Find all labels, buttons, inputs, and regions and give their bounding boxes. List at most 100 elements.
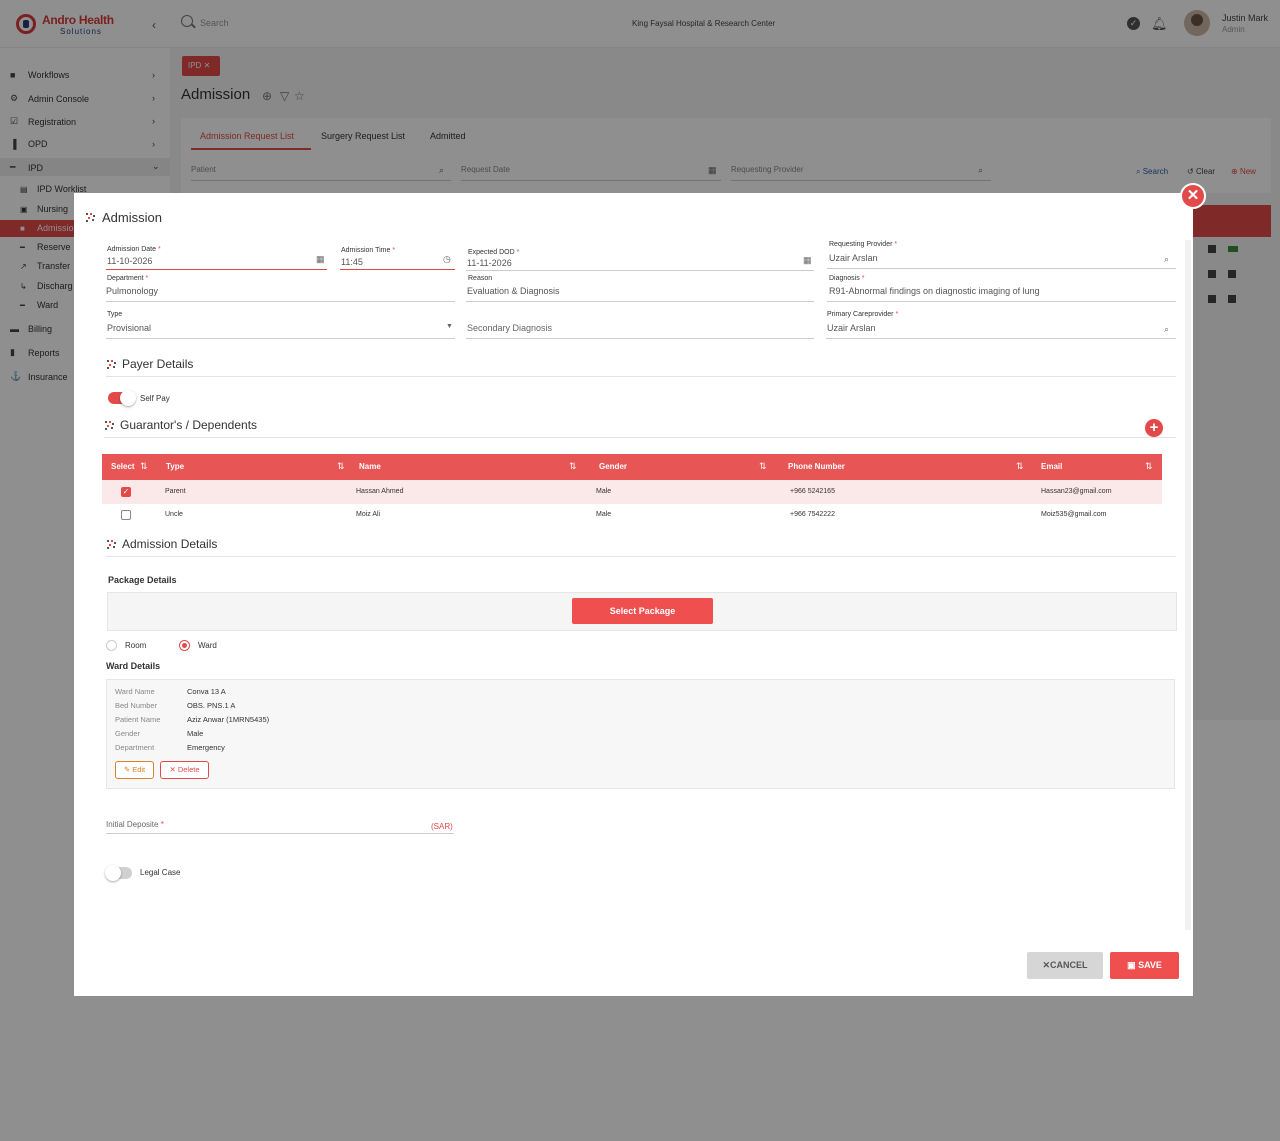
clock-icon[interactable]: ◷ [443, 254, 451, 265]
column-header-phone[interactable]: Phone Number [788, 462, 845, 471]
label-text: Diagnosis [829, 275, 860, 282]
department-key: Department [115, 743, 155, 752]
field-underline [466, 270, 814, 271]
column-header-gender[interactable]: Gender [599, 462, 627, 471]
expected-dod-label: Expected DOD * [468, 249, 519, 256]
row-gender: Male [596, 511, 612, 518]
package-details-heading: Package Details [108, 575, 177, 585]
delete-label: Delete [177, 765, 200, 774]
ward-name-key: Ward Name [115, 687, 155, 696]
row-type: Uncle [165, 511, 183, 518]
sort-icon[interactable]: ⇅ [1016, 461, 1024, 472]
admission-time-field[interactable]: 11:45 [341, 257, 363, 267]
row-select-checkbox[interactable] [121, 510, 131, 520]
select-package-button[interactable]: Select Package [572, 598, 713, 624]
expected-dod-field[interactable]: 11-11-2026 [467, 258, 512, 268]
section-divider [104, 437, 1176, 438]
admission-details-title: Admission Details [122, 537, 218, 551]
sort-icon[interactable]: ⇅ [1145, 461, 1153, 472]
delete-ward-button[interactable]: ✕ Delete [160, 761, 209, 779]
save-button[interactable]: ▣ SAVE [1110, 952, 1179, 979]
label-text: Admission Date [107, 246, 157, 253]
column-header-email[interactable]: Email [1041, 462, 1062, 471]
column-header-select[interactable]: Select [111, 462, 135, 471]
row-phone: +966 5242165 [790, 488, 835, 495]
required-mark: * [894, 241, 898, 248]
field-underline [106, 301, 455, 302]
sort-icon[interactable]: ⇅ [569, 461, 577, 472]
type-select[interactable]: Provisional [107, 323, 151, 333]
self-pay-toggle[interactable] [108, 390, 136, 406]
reason-label: Reason [468, 275, 493, 282]
ward-radio[interactable] [179, 640, 190, 651]
search-icon[interactable]: ⌕ [1164, 254, 1169, 265]
required-mark: * [861, 275, 865, 282]
self-pay-label: Self Pay [140, 394, 170, 403]
admission-date-label: Admission Date * [107, 246, 161, 253]
edit-ward-button[interactable]: ✎ Edit [115, 761, 154, 779]
legal-case-label: Legal Case [140, 868, 181, 877]
label-text: Department [107, 275, 144, 282]
ward-name-value: Conva 13 A [187, 687, 226, 696]
caret-down-icon[interactable]: ▼ [446, 323, 453, 330]
calendar-icon[interactable]: ▦ [316, 254, 325, 265]
close-modal-button[interactable]: ✕ [1180, 183, 1206, 209]
row-name: Moiz Ali [356, 511, 381, 518]
gender-value: Male [187, 729, 204, 738]
payer-details-title: Payer Details [122, 357, 194, 371]
primary-careprovider-field[interactable]: Uzair Arslan [827, 323, 876, 333]
label-text: Expected DOD [468, 249, 515, 256]
reason-field[interactable]: Evaluation & Diagnosis [467, 286, 560, 296]
add-guarantor-button[interactable]: + [1145, 419, 1163, 437]
diagnosis-field[interactable]: R91-Abnormal findings on diagnostic imag… [829, 286, 1040, 296]
initial-deposit-field[interactable]: Initial Deposite * [106, 820, 164, 829]
guarantors-title: Guarantor's / Dependents [120, 418, 258, 432]
requesting-provider-field[interactable]: Uzair Arslan [829, 253, 878, 263]
admission-time-label: Admission Time * [341, 247, 395, 254]
gender-key: Gender [115, 729, 141, 738]
cancel-label: CANCEL [1050, 960, 1088, 970]
section-icon [107, 360, 116, 369]
field-underline [106, 833, 454, 834]
department-field[interactable]: Pulmonology [106, 286, 158, 296]
type-label: Type [107, 311, 123, 318]
room-radio-label: Room [125, 641, 147, 650]
room-radio[interactable] [106, 640, 117, 651]
section-divider [106, 556, 1176, 557]
legal-case-toggle[interactable] [105, 865, 132, 881]
patient-name-value: Aziz Anwar (1MRN5435) [187, 715, 270, 724]
column-header-name[interactable]: Name [359, 462, 381, 471]
table-row[interactable]: Uncle Moiz Ali Male +966 7542222 Moiz535… [102, 503, 1162, 527]
currency-label: (SAR) [431, 822, 453, 831]
row-name: Hassan Ahmed [356, 488, 404, 495]
search-icon[interactable]: ⌕ [1164, 324, 1169, 335]
sort-icon[interactable]: ⇅ [759, 461, 767, 472]
department-label: Department * [107, 275, 148, 282]
modal-title: Admission [102, 210, 162, 225]
sort-icon[interactable]: ⇅ [140, 461, 148, 472]
section-divider [106, 376, 1176, 377]
bed-number-value: OBS. PNS.1 A [187, 701, 236, 710]
section-icon [86, 213, 95, 222]
bed-number-key: Bed Number [115, 701, 158, 710]
edit-label: Edit [132, 765, 146, 774]
field-underline [106, 338, 455, 339]
patient-name-key: Patient Name [115, 715, 161, 724]
admission-date-field[interactable]: 11-10-2026 [107, 256, 152, 266]
sort-icon[interactable]: ⇅ [337, 461, 345, 472]
row-type: Parent [165, 488, 186, 495]
label-text: Admission Time [341, 247, 391, 254]
required-mark: * [895, 311, 899, 318]
cancel-button[interactable]: ✕CANCEL [1027, 952, 1103, 979]
calendar-icon[interactable]: ▦ [803, 255, 812, 266]
field-underline [340, 269, 455, 270]
required-mark: * [160, 820, 164, 829]
modal-scrollbar[interactable] [1185, 240, 1191, 930]
table-row[interactable]: ✓ Parent Hassan Ahmed Male +966 5242165 … [102, 480, 1162, 504]
section-icon [107, 540, 116, 549]
save-label: SAVE [1138, 960, 1162, 970]
column-header-type[interactable]: Type [166, 462, 184, 471]
row-select-checkbox[interactable]: ✓ [121, 487, 131, 497]
save-icon: ▣ [1127, 960, 1136, 970]
secondary-diagnosis-field[interactable]: Secondary Diagnosis [467, 323, 552, 333]
